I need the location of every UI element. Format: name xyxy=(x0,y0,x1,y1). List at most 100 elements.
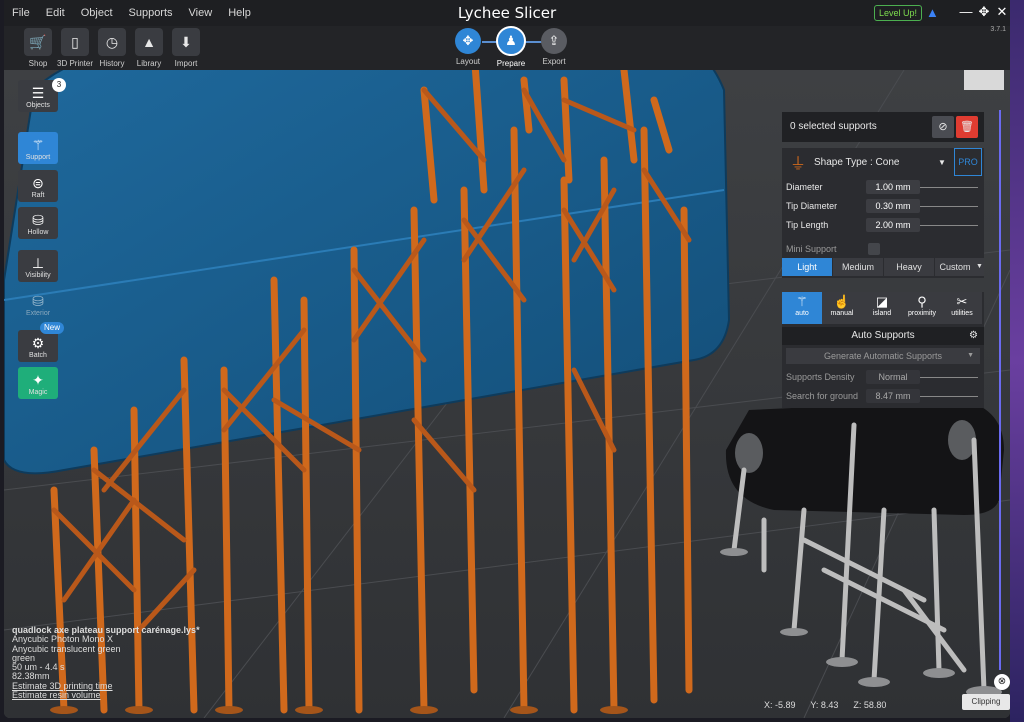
gear-icon[interactable]: ⚙ xyxy=(969,327,978,345)
hide-icon[interactable]: ⊘ xyxy=(932,116,954,138)
top-toolbar: 🛒 Shop ▯ 3D Printer ◷ History ▲ Library … xyxy=(4,26,1010,70)
menu-supports[interactable]: Supports xyxy=(121,7,181,19)
delete-icon[interactable]: 🗑 xyxy=(956,116,978,138)
history-icon: ◷ xyxy=(98,28,126,56)
visibility-button[interactable]: ⊥ Visibility xyxy=(18,250,58,282)
clipping-button[interactable]: Clipping xyxy=(962,694,1010,710)
layout-icon: ✥ xyxy=(455,28,481,54)
menu-bar: File Edit Object Supports View Help xyxy=(4,0,1010,26)
menu-edit[interactable]: Edit xyxy=(38,7,73,19)
menu-file[interactable]: File xyxy=(4,7,38,19)
exterior-icon: ⛁ xyxy=(32,292,44,309)
mode-auto-label: auto xyxy=(795,310,809,317)
desktop-edge xyxy=(1010,0,1024,722)
library-label: Library xyxy=(136,59,162,68)
shape-type-dropdown[interactable]: ⏚ Shape Type : Cone ▼ xyxy=(782,148,952,176)
import-button[interactable]: ⬇ Import xyxy=(168,28,204,68)
level-up-button[interactable]: Level Up! xyxy=(874,5,923,21)
prepare-icon: ♟ xyxy=(496,26,526,56)
utilities-icon: ✂ xyxy=(956,294,968,309)
new-badge: New xyxy=(39,322,64,334)
mode-manual[interactable]: ☝ manual xyxy=(822,292,862,324)
shop-button[interactable]: 🛒 Shop xyxy=(20,28,56,68)
exterior-button[interactable]: ⛁ Exterior xyxy=(18,288,58,320)
support-button[interactable]: ⚚ Support xyxy=(18,132,58,164)
mode-proximity[interactable]: ⚲ proximity xyxy=(902,292,942,324)
preset-custom[interactable]: Custom xyxy=(935,258,975,276)
estimate-volume-link[interactable]: Estimate resin volume xyxy=(12,690,200,700)
model-hole xyxy=(735,433,763,473)
mode-auto[interactable]: ⚚ auto xyxy=(782,292,822,324)
diameter-value[interactable]: 1.00 mm xyxy=(866,180,920,194)
minimize-icon[interactable]: — xyxy=(958,4,974,19)
mode-tabs: ⚚ auto ☝ manual ◪ island ⚲ proximity ✂ utilit… xyxy=(782,292,984,324)
warning-icon[interactable]: ▲ xyxy=(926,5,939,20)
library-icon: ▲ xyxy=(135,28,163,56)
mode-utilities-label: utilities xyxy=(951,310,973,317)
mini-support-row: Mini Support xyxy=(782,240,982,258)
preset-medium[interactable]: Medium xyxy=(833,258,883,276)
auto-supports-panel: ⚚ auto ☝ manual ◪ island ⚲ proximity ✂ utilit… xyxy=(782,292,984,408)
exterior-label: Exterior xyxy=(25,310,51,317)
cursor-coords: X: -5.89 Y: 8.43 Z: 58.80 xyxy=(764,700,886,710)
preset-light[interactable]: Light xyxy=(782,258,832,276)
chevron-down-icon[interactable]: ▼ xyxy=(975,258,984,276)
ground-value[interactable]: 8.47 mm xyxy=(866,389,920,403)
magic-button[interactable]: ✦ Magic xyxy=(18,367,58,399)
visibility-icon: ⊥ xyxy=(31,254,45,271)
menu-view[interactable]: View xyxy=(181,7,221,19)
shape-type-value: Shape Type : Cone xyxy=(814,156,900,168)
batch-button[interactable]: ⚙ Batch New xyxy=(18,322,64,362)
raft-icon: ⊜ xyxy=(32,174,44,191)
cart-icon: 🛒 xyxy=(24,28,52,56)
cone-icon: ⏚ xyxy=(790,156,807,173)
selection-panel: 0 selected supports ⊘ 🗑 xyxy=(782,112,984,142)
step-export-label: Export xyxy=(542,57,566,66)
generate-supports-button[interactable]: Generate Automatic Supports ▼ xyxy=(786,348,980,364)
hollow-button[interactable]: ⛁ Hollow xyxy=(18,207,58,239)
menu-help[interactable]: Help xyxy=(220,7,259,19)
step-export[interactable]: ⇪ Export xyxy=(529,28,579,66)
history-button[interactable]: ◷ History xyxy=(94,28,130,68)
mini-support-checkbox[interactable] xyxy=(868,243,880,255)
batch-label: Batch xyxy=(29,352,47,359)
chevron-down-icon: ▼ xyxy=(938,157,946,167)
selected-count: 0 selected supports xyxy=(790,121,877,132)
library-button[interactable]: ▲ Library xyxy=(131,28,167,68)
ground-row: Search for ground 8.47 mm xyxy=(782,387,982,405)
objects-button[interactable]: ☰ Objects 3 xyxy=(18,78,66,112)
hollow-label: Hollow xyxy=(27,229,49,236)
close-icon[interactable]: ✕ xyxy=(994,4,1010,20)
preset-heavy[interactable]: Heavy xyxy=(884,258,934,276)
magic-label: Magic xyxy=(28,389,48,396)
mode-island[interactable]: ◪ island xyxy=(862,292,902,324)
maximize-icon[interactable]: ✥ xyxy=(976,4,992,20)
tip-length-label: Tip Length xyxy=(786,220,829,230)
magic-wand-icon: ✦ xyxy=(32,371,44,388)
menu-object[interactable]: Object xyxy=(73,7,121,19)
auto-support-icon: ⚚ xyxy=(796,294,808,309)
density-value[interactable]: Normal xyxy=(866,370,920,384)
mode-utilities[interactable]: ✂ utilities xyxy=(942,292,982,324)
support-icon: ⚚ xyxy=(31,136,45,153)
auto-supports-title-text: Auto Supports xyxy=(851,330,915,341)
lychee-window: File Edit Object Supports View Help Lych… xyxy=(4,0,1010,718)
coord-z: Z: 58.80 xyxy=(853,700,887,710)
tip-diameter-value[interactable]: 0.30 mm xyxy=(866,199,920,213)
visibility-label: Visibility xyxy=(25,272,51,279)
density-row: Supports Density Normal xyxy=(782,368,982,386)
raft-button[interactable]: ⊜ Raft xyxy=(18,170,58,202)
mode-manual-label: manual xyxy=(830,310,854,317)
printer-button[interactable]: ▯ 3D Printer xyxy=(57,28,93,68)
manual-support-icon: ☝ xyxy=(833,294,851,309)
tip-length-value[interactable]: 2.00 mm xyxy=(866,218,920,232)
hollow-icon: ⛁ xyxy=(32,211,44,228)
close-clipping-icon[interactable]: ⊗ xyxy=(994,674,1010,690)
view-cube[interactable] xyxy=(964,70,1004,90)
mode-proximity-label: proximity xyxy=(907,310,936,317)
support-label: Support xyxy=(25,154,51,161)
3d-viewport[interactable]: ⌂ ☰ Objects 3 ⚚ Support ⊜ Raft ⛁ Hollow … xyxy=(4,70,1010,718)
pro-button[interactable]: PRO xyxy=(954,148,982,176)
objects-label: Objects xyxy=(26,102,50,109)
tip-length-row: Tip Length 2.00 mm xyxy=(782,216,982,234)
